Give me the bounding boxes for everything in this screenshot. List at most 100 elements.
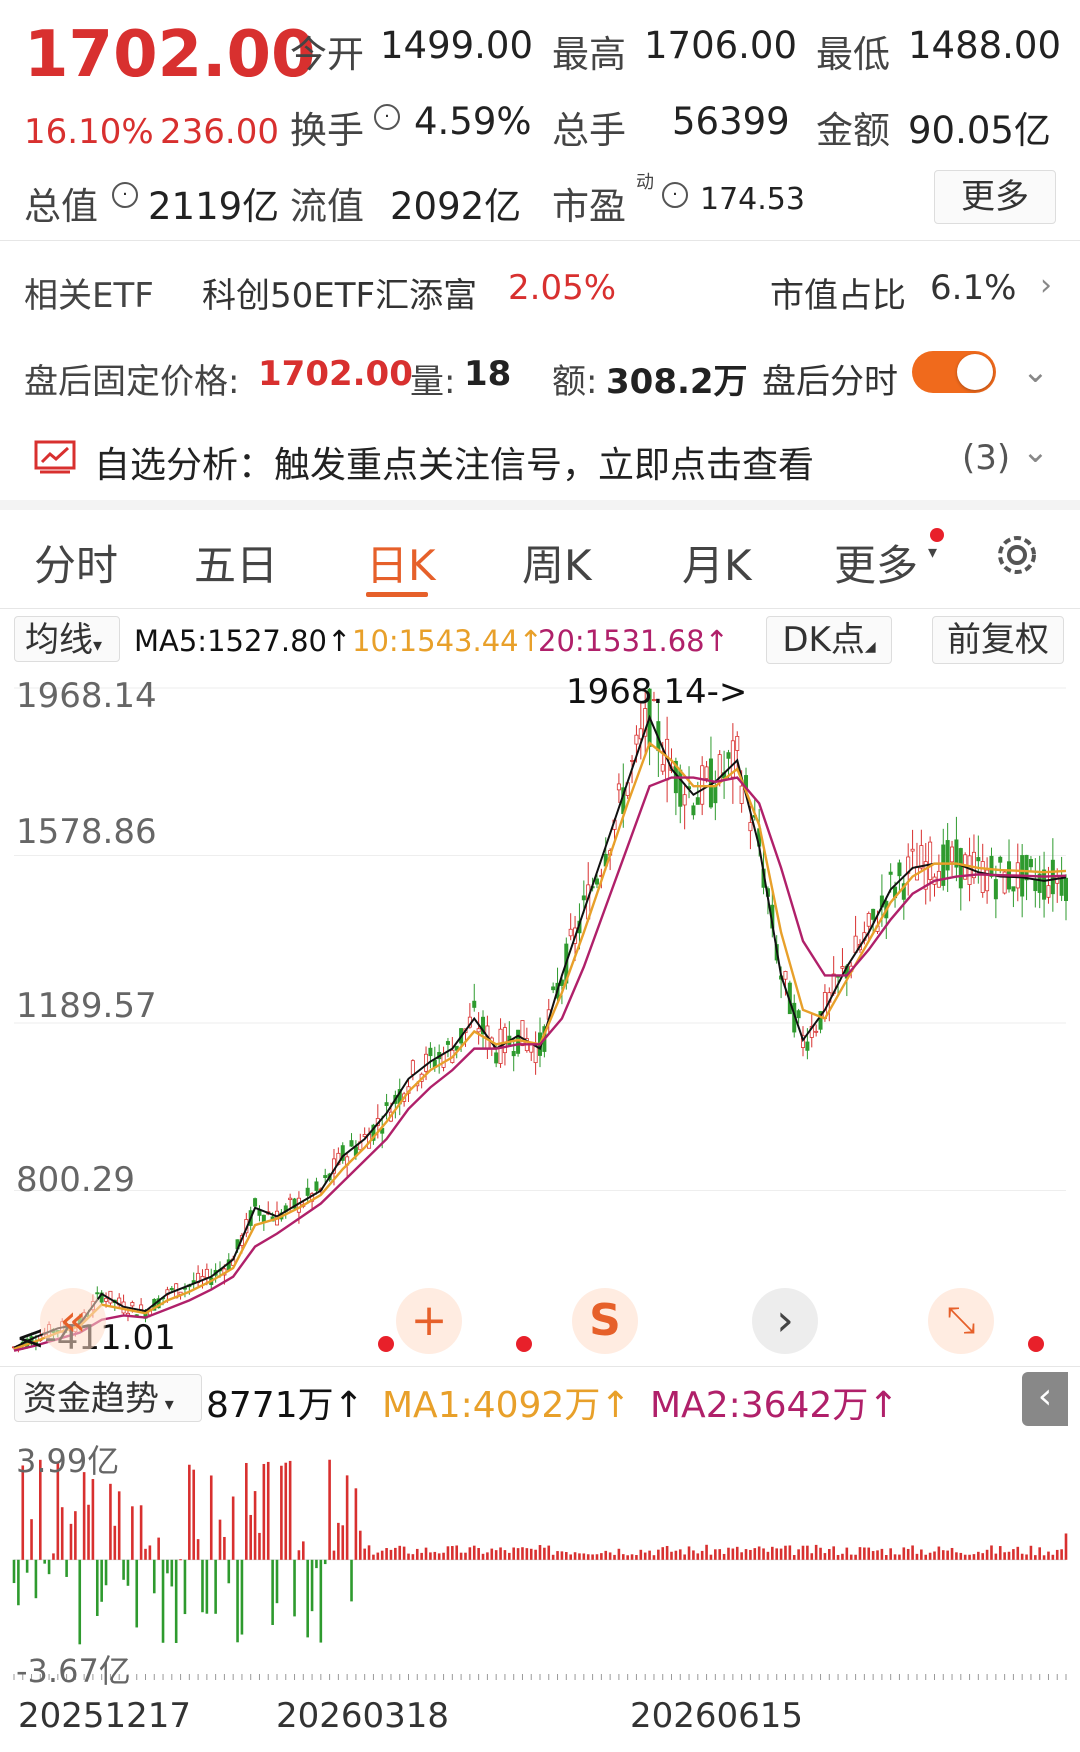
after-hours-price-label: 盘后固定价格: bbox=[24, 362, 240, 402]
chevron-down-icon[interactable]: ⌄ bbox=[1022, 352, 1049, 390]
candle-down bbox=[551, 986, 556, 991]
low-value: 1488.00 bbox=[908, 24, 1062, 67]
tab-monthly-k[interactable]: 月K bbox=[682, 532, 752, 593]
tab-intraday[interactable]: 分时 bbox=[34, 532, 118, 593]
after-hours-price: 1702.00 bbox=[258, 354, 413, 394]
fund-bar-inflow bbox=[367, 1545, 371, 1560]
adjust-mode-button[interactable]: 前复权 bbox=[932, 616, 1064, 664]
fund-bar-inflow bbox=[884, 1554, 888, 1560]
fund-bar-inflow bbox=[972, 1554, 976, 1560]
market-cap-value: 2119亿 bbox=[148, 185, 280, 228]
fund-bar-inflow bbox=[472, 1545, 476, 1560]
fund-bar-inflow bbox=[626, 1555, 629, 1560]
fund-bar-inflow bbox=[376, 1552, 380, 1560]
candle-down bbox=[1028, 859, 1033, 868]
collapse-panel-button[interactable]: ‹ bbox=[1022, 1372, 1068, 1426]
analysis-text[interactable]: 自选分析：触发重点关注信号，立即点击查看 bbox=[94, 436, 814, 488]
fund-bar-outflow bbox=[240, 1559, 244, 1635]
candle-up bbox=[735, 736, 740, 751]
fund-bar-inflow bbox=[928, 1552, 932, 1560]
fund-indicator-selector[interactable]: 资金趋势 ▾ bbox=[14, 1374, 202, 1422]
fund-bar-inflow bbox=[586, 1554, 590, 1560]
etf-share-label: 市值占比 bbox=[770, 276, 906, 316]
info-icon[interactable]: · bbox=[112, 182, 138, 208]
kline-chart[interactable] bbox=[0, 668, 1080, 1368]
candle-down bbox=[445, 1041, 450, 1045]
fund-bar-inflow bbox=[600, 1553, 603, 1560]
fund-bar-inflow bbox=[420, 1552, 423, 1560]
info-icon[interactable]: · bbox=[662, 182, 688, 208]
tab-weekly-k[interactable]: 周K bbox=[522, 532, 592, 593]
fund-bar-inflow bbox=[775, 1548, 778, 1560]
more-quote-button[interactable]: 更多 bbox=[934, 170, 1056, 224]
fund-bar-inflow bbox=[91, 1479, 95, 1560]
fund-bar-inflow bbox=[534, 1549, 537, 1560]
fund-bar-inflow bbox=[481, 1553, 485, 1560]
fund-bar-inflow bbox=[591, 1554, 594, 1560]
info-icon[interactable]: · bbox=[374, 104, 400, 130]
add-drawing-button[interactable]: + bbox=[396, 1288, 462, 1354]
chevron-down-icon[interactable]: ⌄ bbox=[1022, 432, 1049, 470]
candle-up bbox=[634, 734, 639, 745]
after-hours-timeline-label: 盘后分时 bbox=[762, 362, 898, 402]
ma-selector[interactable]: 均线▾ bbox=[14, 616, 120, 662]
after-hours-toggle[interactable] bbox=[912, 351, 996, 393]
fund-bar-inflow bbox=[959, 1552, 963, 1560]
y-tick-label: 1189.57 bbox=[16, 986, 157, 1026]
dk-point-button[interactable]: DK点◢ bbox=[766, 616, 892, 664]
fund-indicator-label: 资金趋势 bbox=[23, 1379, 159, 1419]
fund-bar-inflow bbox=[806, 1545, 809, 1560]
fund-flow-chart[interactable] bbox=[0, 1430, 1080, 1680]
fund-bar-inflow bbox=[385, 1548, 388, 1560]
scroll-left-button[interactable]: « bbox=[40, 1288, 106, 1354]
candle-up bbox=[919, 845, 924, 869]
ma-selector-label: 均线 bbox=[25, 620, 93, 660]
next-button[interactable]: › bbox=[752, 1288, 818, 1354]
fund-bar-inflow bbox=[718, 1549, 722, 1560]
candle-up bbox=[139, 1304, 144, 1311]
fund-bar-inflow bbox=[823, 1553, 827, 1560]
analysis-count: (3) bbox=[962, 438, 1011, 478]
candle-down bbox=[1042, 869, 1047, 900]
fund-bar-inflow bbox=[937, 1546, 941, 1560]
expand-fullscreen-icon[interactable]: ⤡ bbox=[928, 1288, 994, 1354]
fund-bar-outflow bbox=[275, 1559, 279, 1604]
fund-bar-inflow bbox=[288, 1460, 292, 1560]
fund-bar-inflow bbox=[998, 1546, 1002, 1560]
fund-bar-outflow bbox=[47, 1559, 51, 1575]
candle-up bbox=[424, 1053, 429, 1072]
amount-value: 90.05亿 bbox=[908, 109, 1051, 152]
candle-down bbox=[713, 785, 718, 804]
fund-bar-inflow bbox=[148, 1545, 152, 1560]
fund-bar-inflow bbox=[621, 1554, 625, 1560]
etf-name[interactable]: 科创50ETF汇添富 bbox=[202, 268, 477, 317]
fund-bar-inflow bbox=[906, 1548, 910, 1560]
settings-gear-icon[interactable] bbox=[990, 528, 1044, 582]
volume-label: 总手 bbox=[552, 109, 626, 152]
fund-bar-inflow bbox=[82, 1472, 86, 1560]
fund-bar-inflow bbox=[893, 1554, 897, 1560]
fund-bar-inflow bbox=[459, 1552, 463, 1560]
chevron-right-icon[interactable]: › bbox=[1040, 268, 1052, 303]
signal-button[interactable]: S bbox=[572, 1288, 638, 1354]
candle-down bbox=[323, 1175, 328, 1178]
tab-daily-k[interactable]: 日K bbox=[366, 532, 436, 593]
fund-bar-inflow bbox=[613, 1554, 616, 1560]
fund-bar-inflow bbox=[696, 1553, 700, 1560]
fund-bar-inflow bbox=[109, 1483, 112, 1560]
candle-up bbox=[950, 846, 955, 863]
tab-more[interactable]: 更多 bbox=[834, 532, 918, 593]
fund-bar-inflow bbox=[801, 1545, 805, 1560]
fund-bar-inflow bbox=[1060, 1549, 1063, 1560]
tab-five-day[interactable]: 五日 bbox=[194, 532, 278, 593]
section-separator bbox=[0, 500, 1080, 510]
fund-bar-inflow bbox=[455, 1545, 459, 1560]
fund-bar-inflow bbox=[188, 1464, 191, 1560]
candle-down bbox=[1059, 877, 1064, 896]
fund-bar-inflow bbox=[819, 1547, 822, 1560]
fund-bar-inflow bbox=[683, 1554, 686, 1560]
fund-bar-inflow bbox=[898, 1554, 901, 1560]
fund-bar-inflow bbox=[525, 1548, 529, 1560]
ma20-text: 20:1531.68 bbox=[538, 624, 705, 658]
fund-bar-inflow bbox=[635, 1555, 638, 1560]
